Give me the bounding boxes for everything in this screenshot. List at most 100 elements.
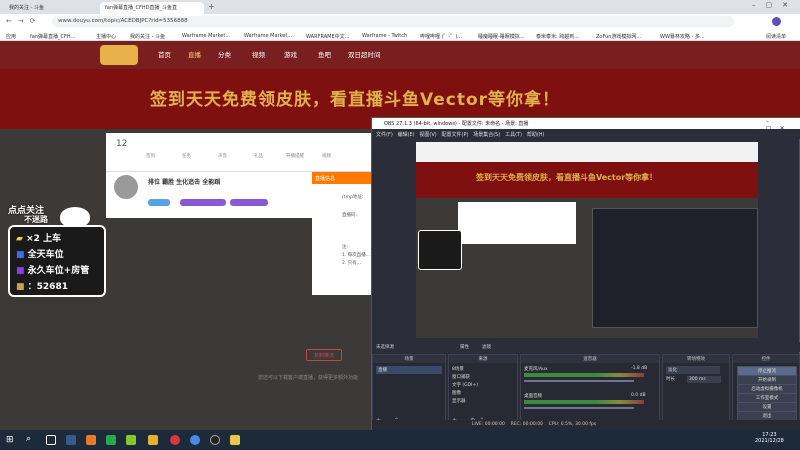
- icon-label[interactable]: 开播提醒: [286, 153, 304, 159]
- icon-label[interactable]: 礼品: [254, 153, 263, 159]
- menu-edit[interactable]: 编辑(E): [398, 132, 415, 138]
- bookmark-item[interactable]: 阅读清单: [766, 31, 786, 40]
- tab-my-follows[interactable]: 我的关注 - 斗鱼: [4, 2, 96, 14]
- menu-file[interactable]: 文件(F): [376, 132, 393, 138]
- streamer-tag[interactable]: [180, 199, 226, 206]
- nav-fishbar[interactable]: 鱼吧: [318, 49, 331, 59]
- bookmark-item[interactable]: ZoFun游戏模拟网...: [596, 31, 641, 40]
- no-source-label: 未选择源: [376, 345, 394, 350]
- filters-button[interactable]: 滤镜: [482, 344, 491, 350]
- address-bar[interactable]: www.douyu.com/topic/ACEDBJPC?rid=5356888: [52, 16, 734, 27]
- windows-start-icon[interactable]: ⊞: [6, 435, 14, 445]
- chrome-icon[interactable]: [190, 435, 200, 445]
- card-count: 12: [116, 139, 128, 149]
- copy-stream-button[interactable]: 复制推流: [306, 349, 342, 361]
- audio-meter: [524, 373, 644, 377]
- app-icon[interactable]: [126, 435, 136, 445]
- bookmark-item[interactable]: 睡魔睡眠-睡眠模拟...: [478, 31, 525, 40]
- app-icon[interactable]: [106, 435, 116, 445]
- nav-live[interactable]: 直播: [188, 49, 201, 59]
- dialog-line: rtmp地址:: [342, 195, 364, 200]
- dialog-title: 直播信息: [312, 172, 372, 184]
- obs-preview[interactable]: 签到天天免费领皮肤，看直播斗鱼Vector等你拿！: [416, 142, 758, 338]
- menu-tools[interactable]: 工具(T): [505, 132, 522, 138]
- source-item[interactable]: 窗口捕获: [452, 374, 470, 380]
- volume-slider[interactable]: [524, 380, 634, 382]
- menu-view[interactable]: 视图(V): [419, 132, 436, 138]
- app-icon[interactable]: [170, 435, 180, 445]
- transitions-dock: 转场特效 淡化 时长 300 ms: [662, 354, 730, 426]
- source-item[interactable]: 图像: [452, 390, 461, 396]
- source-item[interactable]: 显示器: [452, 398, 466, 404]
- site-nav: 首页 直播 分类 视频 游戏 鱼吧 双日超时间: [0, 41, 800, 69]
- taskbar: ⊞ ⌕ 17:23 2021/12/28: [0, 430, 800, 450]
- obs-icon[interactable]: [210, 435, 220, 445]
- avatar[interactable]: [772, 17, 781, 26]
- obs-title: OBS 27.1.3 (64-bit, windows) - 配置文件: 未命名…: [372, 118, 800, 129]
- overlay-line: ■ 全天车位: [16, 250, 64, 260]
- bookmark-item[interactable]: 泰米泰米: 跨越到...: [536, 31, 579, 40]
- source-item[interactable]: 8场景: [452, 366, 464, 372]
- streamer-tag[interactable]: [148, 199, 170, 206]
- window-controls[interactable]: –▢✕: [752, 1, 798, 9]
- dialog-line: 注:: [342, 245, 349, 250]
- nav-arrows-icon[interactable]: ←→⟳: [6, 17, 42, 25]
- cpu-fps: CPU: 0.5%, 30.00 fps: [548, 422, 597, 427]
- search-icon[interactable]: ⌕: [26, 434, 31, 444]
- bookmark-item[interactable]: fan弹幕直播_CFH...: [30, 31, 75, 40]
- bookmark-item[interactable]: Warframe - Twitch: [362, 31, 407, 40]
- bookmark-item[interactable]: 应用: [6, 31, 16, 40]
- dialog-line: 2. 只有...: [342, 261, 362, 266]
- transition-select[interactable]: 淡化: [666, 366, 720, 374]
- menu-profile[interactable]: 配置文件(P): [442, 132, 469, 138]
- nav-games[interactable]: 游戏: [284, 49, 297, 59]
- dock-title: 混音器: [521, 355, 659, 363]
- menu-scene-collection[interactable]: 场景集合(S): [473, 132, 500, 138]
- client-hint: 您还可以下载客户端直播，获得更多额外功能: [258, 375, 359, 381]
- tab-stream[interactable]: fan弹幕直播_CFHD直播_斗鱼直: [100, 2, 204, 14]
- clock[interactable]: 17:23 2021/12/28: [755, 432, 784, 444]
- steam-icon[interactable]: [66, 435, 76, 445]
- overlay-panel: ▰ ×2 上车 ■ 全天车位 ■ 永久车位+房管 ■ ：52681: [8, 225, 106, 297]
- bookmark-item[interactable]: WW暴林攻略 - 多...: [660, 31, 705, 40]
- app-icon[interactable]: [86, 435, 96, 445]
- new-tab-icon[interactable]: +: [208, 2, 215, 11]
- bookmark-item[interactable]: WARFRAME中文...: [306, 31, 349, 40]
- task-view-icon[interactable]: [46, 435, 56, 445]
- icon-label[interactable]: 签到: [146, 153, 155, 159]
- properties-button[interactable]: 属性: [460, 344, 469, 350]
- app-icon[interactable]: [230, 435, 240, 445]
- duration-input[interactable]: 300 ms: [687, 376, 721, 383]
- menu-help[interactable]: 帮助(H): [527, 132, 545, 138]
- nav-category[interactable]: 分类: [218, 49, 231, 59]
- stream-overlay: 点点关注 不迷路 ▰ ×2 上车 ■ 全天车位 ■ 永久车位+房管 ■ ：526…: [8, 183, 106, 297]
- nav-video[interactable]: 视频: [252, 49, 265, 59]
- nav-home[interactable]: 首页: [158, 49, 171, 59]
- scene-item[interactable]: 直播: [376, 366, 442, 374]
- bookmark-item[interactable]: 哔哩哔哩 (゜-゜)...: [420, 31, 462, 40]
- volume-slider[interactable]: [524, 407, 634, 409]
- icon-label[interactable]: 任务: [182, 153, 191, 159]
- source-item[interactable]: 文字 (GDI+): [452, 382, 478, 388]
- streamer-avatar[interactable]: [114, 175, 138, 199]
- obs-status-bar: LIVE: 00:00:00 REC: 00:00:00 CPU: 0.5%, …: [372, 420, 800, 430]
- bookmark-item[interactable]: Warframe Market...: [244, 31, 292, 40]
- dock-title: 控件: [733, 355, 799, 363]
- duration-label: 时长: [666, 377, 675, 382]
- icon-label[interactable]: 视频: [322, 153, 331, 159]
- bookmark-item[interactable]: 我的关注 - 斗鱼: [130, 31, 165, 40]
- app-icon[interactable]: [148, 435, 158, 445]
- audio-meter: [524, 400, 644, 404]
- tab-label: 我的关注 - 斗鱼: [9, 5, 44, 11]
- nav-event[interactable]: 双日超时间: [348, 49, 381, 59]
- track-level: 0.0 dB: [631, 393, 646, 398]
- douyu-logo[interactable]: [100, 45, 138, 65]
- icon-label[interactable]: 声音: [218, 153, 227, 159]
- tab-label: fan弹幕直播_CFHD直播_斗鱼直: [105, 5, 177, 11]
- bookmark-item[interactable]: 主播中心: [96, 31, 116, 40]
- banner-text: 签到天天免费领皮肤，看直播斗鱼Vector等你拿！: [150, 90, 561, 110]
- streamer-tag[interactable]: [230, 199, 268, 206]
- overlay-line: ■ ：52681: [16, 282, 68, 292]
- dock-title: 转场特效: [663, 355, 729, 363]
- bookmark-item[interactable]: Warframe Market...: [182, 31, 230, 40]
